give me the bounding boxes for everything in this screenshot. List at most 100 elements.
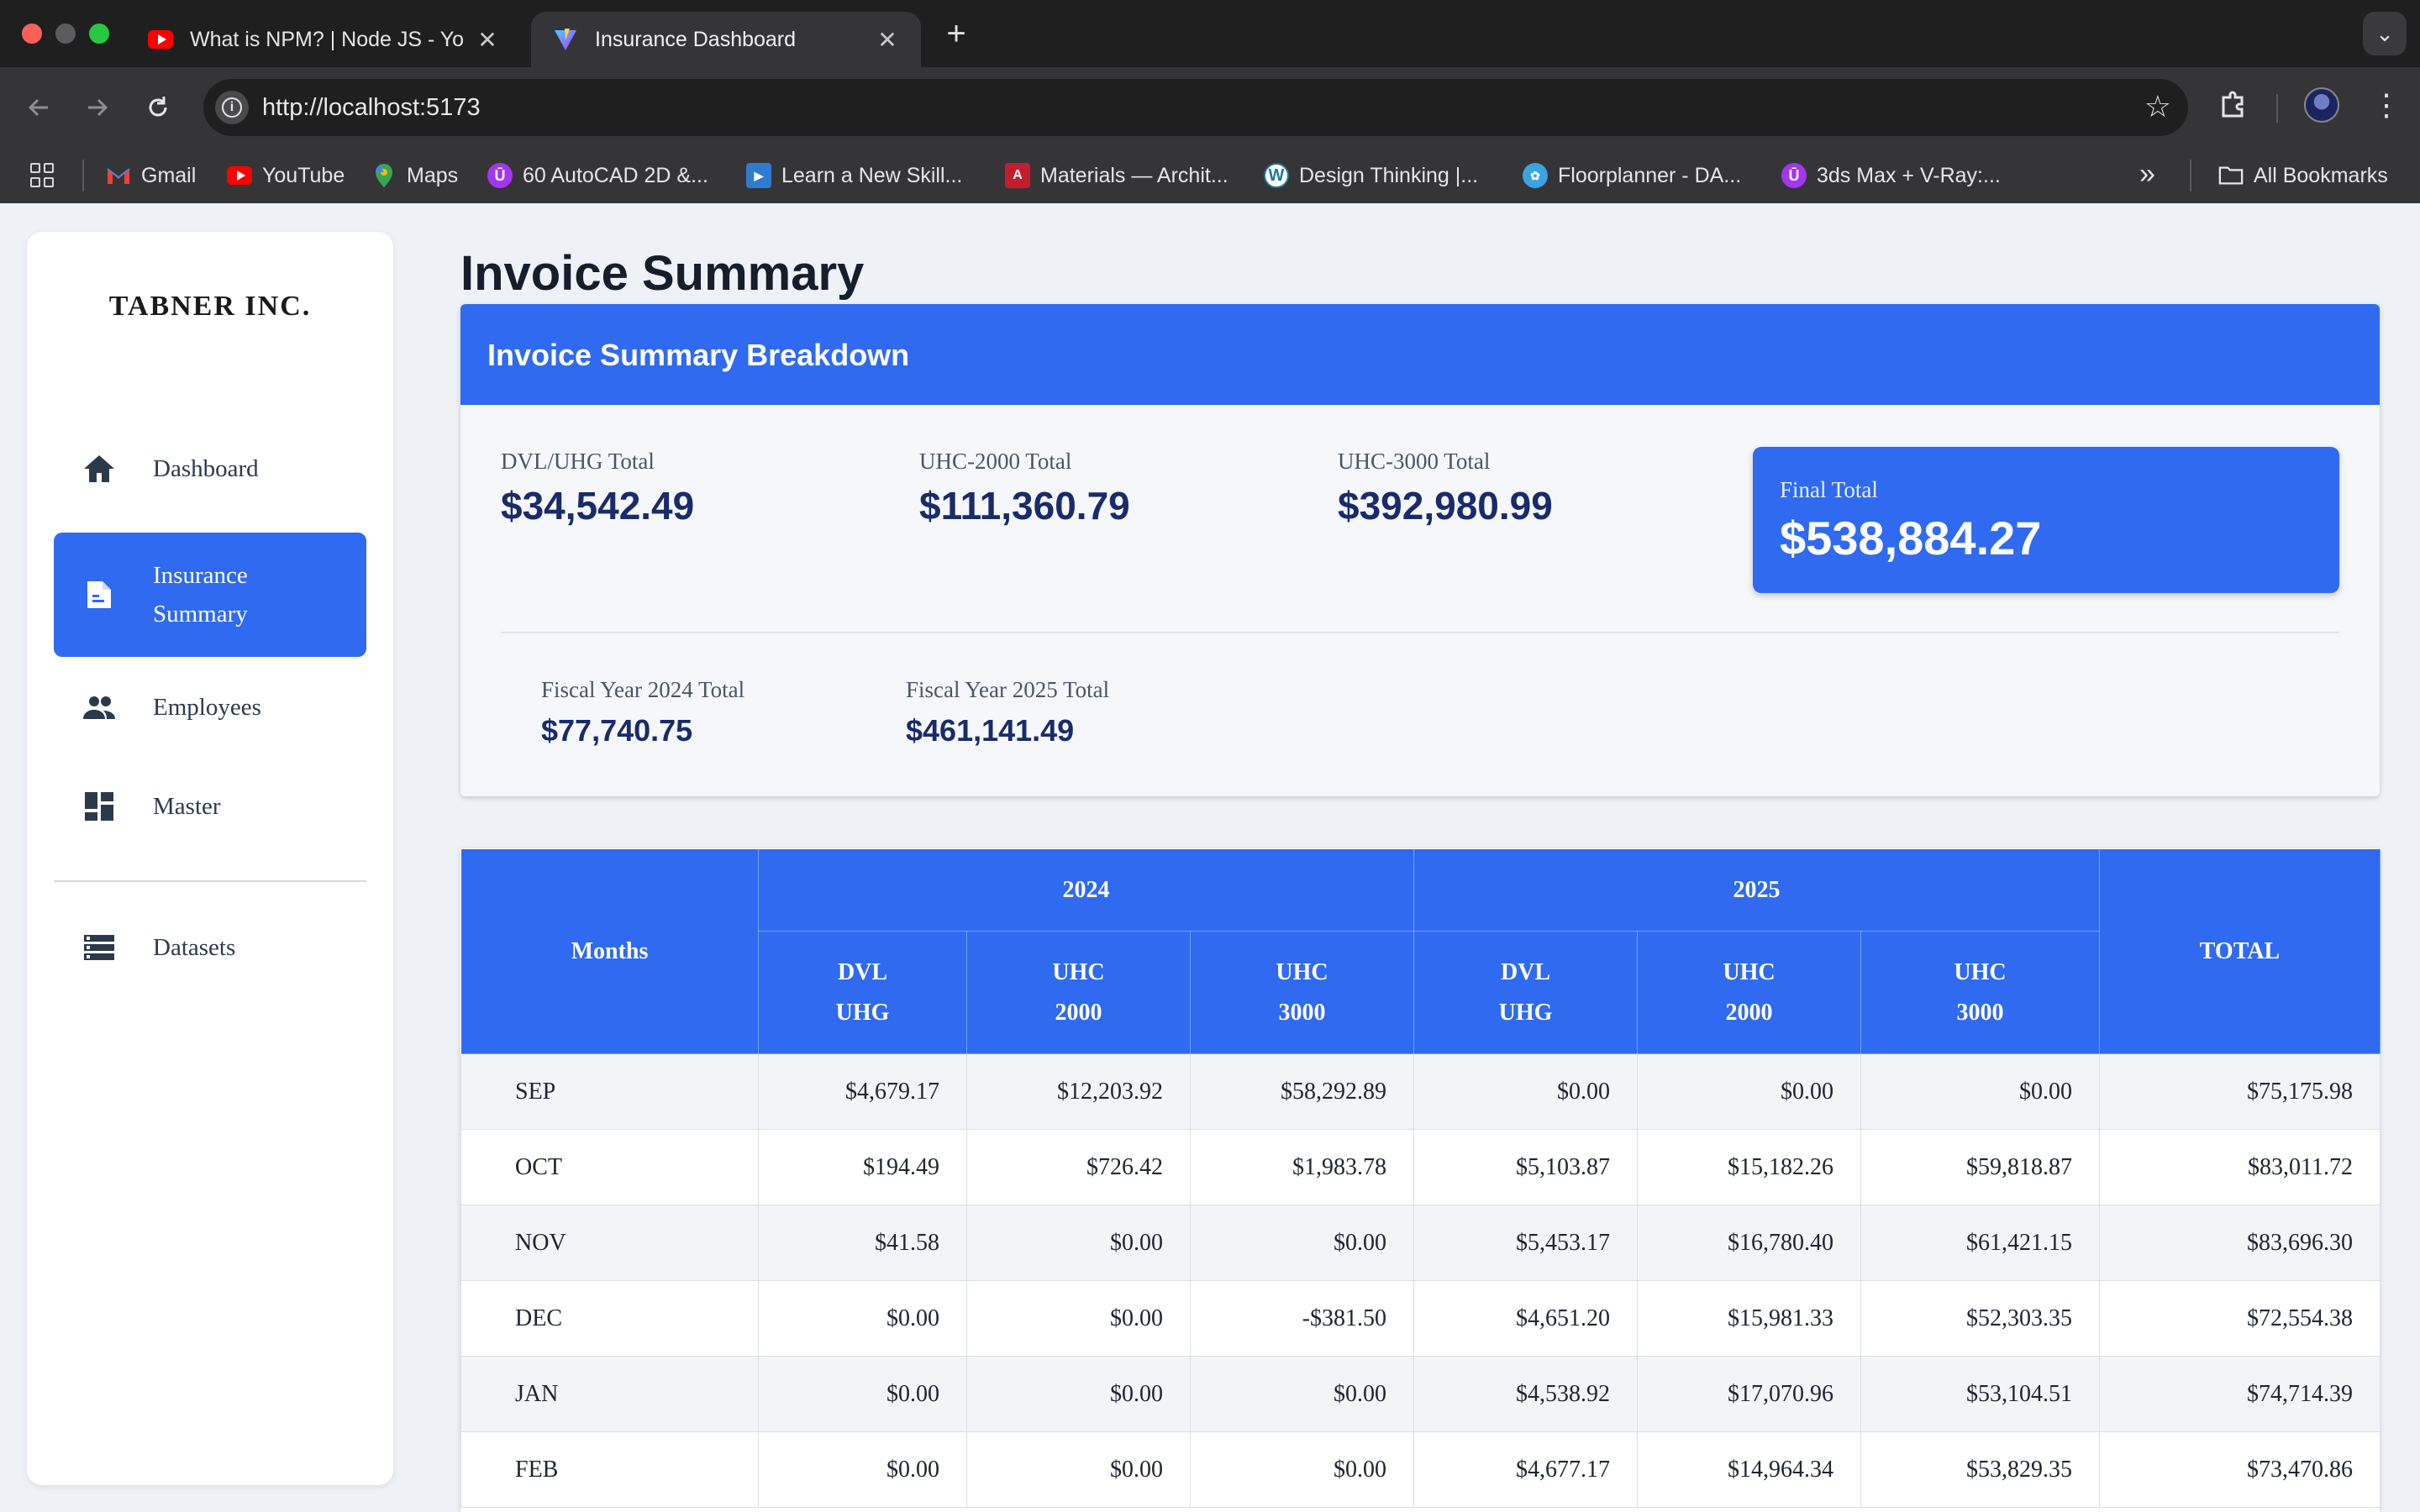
bookmark-design-thinking[interactable]: W Design Thinking |... xyxy=(1264,148,1478,203)
bookmark-learn-new-skill[interactable]: ▶ Learn a New Skill... xyxy=(746,148,962,203)
reload-icon[interactable] xyxy=(138,87,178,128)
new-tab-button[interactable]: + xyxy=(939,15,973,53)
fiscal-year-2024-stat: Fiscal Year 2024 Total $77,740.75 xyxy=(541,677,744,748)
amount-cell: $12,203.92 xyxy=(966,1053,1191,1130)
year-2025-header: 2025 xyxy=(1413,848,2100,932)
amount-cell: -$381.50 xyxy=(1190,1280,1414,1357)
amount-cell: $14,964.34 xyxy=(1637,1431,1861,1508)
amount-cell: $194.49 xyxy=(758,1129,967,1205)
table-row: NOV $41.58 $0.00 $0.00 $5,453.17 $16,780.40 $6… xyxy=(460,1205,2381,1281)
sidebar-item-dashboard[interactable]: Dashboard xyxy=(54,433,366,504)
uhc-3000-total-stat: UHC-3000 Total $392,980.99 xyxy=(1338,449,1553,528)
column-header-line: UHG xyxy=(835,999,890,1026)
year-2024-header: 2024 xyxy=(758,848,1414,932)
apps-grid-icon[interactable] xyxy=(30,163,55,188)
amount-cell: $53,829.35 xyxy=(1860,1431,2100,1508)
table-row: JAN $0.00 $0.00 $0.00 $4,538.92 $17,070.96 $53… xyxy=(460,1356,2381,1432)
tab-search-button[interactable]: ⌄ xyxy=(2363,12,2407,55)
sidebar-item-insurance-summary[interactable]: Insurance Summary xyxy=(54,533,366,657)
bookmark-maps[interactable]: Maps xyxy=(371,148,458,203)
profile-avatar[interactable] xyxy=(2304,87,2339,123)
stat-label: Fiscal Year 2024 Total xyxy=(541,677,745,702)
bookmark-gmail[interactable]: Gmail xyxy=(106,148,196,203)
table-row: DEC $0.00 $0.00 -$381.50 $4,651.20 $15,981.33… xyxy=(460,1280,2381,1357)
uhc-2000-total-stat: UHC-2000 Total $111,360.79 xyxy=(919,449,1130,528)
amount-cell: $0.00 xyxy=(758,1280,967,1357)
video-icon: ▶ xyxy=(746,163,771,188)
minimize-window-button[interactable] xyxy=(55,24,76,44)
sidebar-item-label: Employees xyxy=(153,693,261,721)
bookmark-youtube[interactable]: YouTube xyxy=(227,148,345,203)
row-total-cell: $75,175.98 xyxy=(2099,1053,2381,1130)
storage-list-icon xyxy=(84,935,114,960)
table-row: OCT $194.49 $726.42 $1,983.78 $5,103.87 $15,1… xyxy=(460,1129,2381,1205)
close-tab-button[interactable]: ✕ xyxy=(876,26,899,54)
column-header: DVL UHG xyxy=(758,931,967,1054)
final-total-value: $538,884.27 xyxy=(1780,512,2042,564)
youtube-icon xyxy=(148,27,173,52)
stat-label: UHC-3000 Total xyxy=(1338,449,1491,474)
amount-cell: $17,070.96 xyxy=(1637,1356,1861,1432)
column-header: UHC 3000 xyxy=(1190,931,1414,1054)
sidebar-item-label: Master xyxy=(153,792,221,820)
bookmark-materials[interactable]: A Materials — Archit... xyxy=(1005,148,1228,203)
browser-tab-strip: What is NPM? | Node JS - Yo ✕ Insurance … xyxy=(0,0,2420,67)
sidebar-item-employees[interactable]: Employees xyxy=(54,672,366,743)
maximize-window-button[interactable] xyxy=(89,24,109,44)
vite-icon xyxy=(553,27,578,52)
sidebar-item-label: Datasets xyxy=(153,933,236,961)
invoice-table: Months 2024 2025 TOTAL DVL UHG UHC 2000 UHC 3… xyxy=(460,848,2381,1508)
invoice-summary-card: Invoice Summary Breakdown DVL/UHG Total … xyxy=(460,304,2380,796)
tab-youtube-npm[interactable]: What is NPM? | Node JS - Yo ✕ xyxy=(126,12,521,67)
amount-cell: $52,303.35 xyxy=(1860,1280,2100,1357)
sidebar-item-label: Insurance Summary xyxy=(153,562,248,627)
row-total-cell: $74,714.39 xyxy=(2099,1356,2381,1432)
bookmark-floorplanner[interactable]: ✿ Floorplanner - DA... xyxy=(1523,148,1741,203)
amount-cell: $4,651.20 xyxy=(1413,1280,1638,1357)
month-cell: DEC xyxy=(460,1280,759,1357)
close-window-button[interactable] xyxy=(22,24,42,44)
toolbar-divider xyxy=(2276,94,2278,123)
summary-divider xyxy=(501,632,2339,633)
bookmark-3ds-max[interactable]: Ū 3ds Max + V-Ray:... xyxy=(1781,148,2001,203)
folder-icon xyxy=(2218,163,2244,188)
bookmarks-divider xyxy=(2190,160,2191,192)
all-bookmarks-button[interactable]: All Bookmarks xyxy=(2218,148,2388,203)
tab-insurance-dashboard[interactable]: Insurance Dashboard ✕ xyxy=(531,12,921,67)
people-icon xyxy=(83,696,115,719)
youtube-icon xyxy=(227,163,252,188)
month-cell: SEP xyxy=(460,1053,759,1130)
browser-toolbar: i http://localhost:5173 ☆ xyxy=(0,67,2420,148)
summary-card-title: Invoice Summary Breakdown xyxy=(487,338,910,372)
sidebar-item-datasets[interactable]: Datasets xyxy=(54,912,366,983)
final-total-box: Final Total $538,884.27 xyxy=(1753,447,2339,593)
more-bookmarks-button[interactable]: » xyxy=(2139,158,2155,191)
gmail-icon xyxy=(106,163,131,188)
bookmarks-divider xyxy=(82,160,84,192)
site-info-icon[interactable]: i xyxy=(215,91,249,124)
brand-logo-text: TABNER INC. xyxy=(108,291,312,322)
amount-cell: $726.42 xyxy=(966,1129,1191,1205)
bookmark-autocad[interactable]: Ū 60 AutoCAD 2D &... xyxy=(487,148,708,203)
stat-value: $461,141.49 xyxy=(906,713,1075,748)
amount-cell: $58,292.89 xyxy=(1190,1053,1414,1130)
dashboard-grid-icon xyxy=(85,792,113,821)
home-icon xyxy=(84,455,114,482)
amount-cell: $61,421.15 xyxy=(1860,1205,2100,1281)
udemy-icon: Ū xyxy=(1781,163,1807,188)
invoice-table-container: Months 2024 2025 TOTAL DVL UHG UHC 2000 UHC 3… xyxy=(460,848,2381,1512)
maps-icon xyxy=(371,163,397,188)
months-header: Months xyxy=(460,848,759,1054)
column-header-line: 3000 xyxy=(1278,999,1326,1026)
close-tab-button[interactable]: ✕ xyxy=(476,26,499,54)
document-icon xyxy=(87,581,111,608)
back-icon[interactable] xyxy=(18,87,59,128)
sidebar-item-master[interactable]: Master xyxy=(54,771,366,842)
amount-cell: $0.00 xyxy=(1190,1431,1414,1508)
sidebar: TABNER INC. Dashboard Insurance Summary … xyxy=(27,232,393,1485)
extensions-icon[interactable] xyxy=(2215,86,2252,123)
bookmark-star-icon[interactable]: ☆ xyxy=(2144,89,2171,124)
address-bar[interactable]: i http://localhost:5173 ☆ xyxy=(203,79,2188,136)
browser-menu-icon[interactable]: ⋮ xyxy=(2371,87,2402,123)
forward-icon[interactable] xyxy=(77,87,118,128)
